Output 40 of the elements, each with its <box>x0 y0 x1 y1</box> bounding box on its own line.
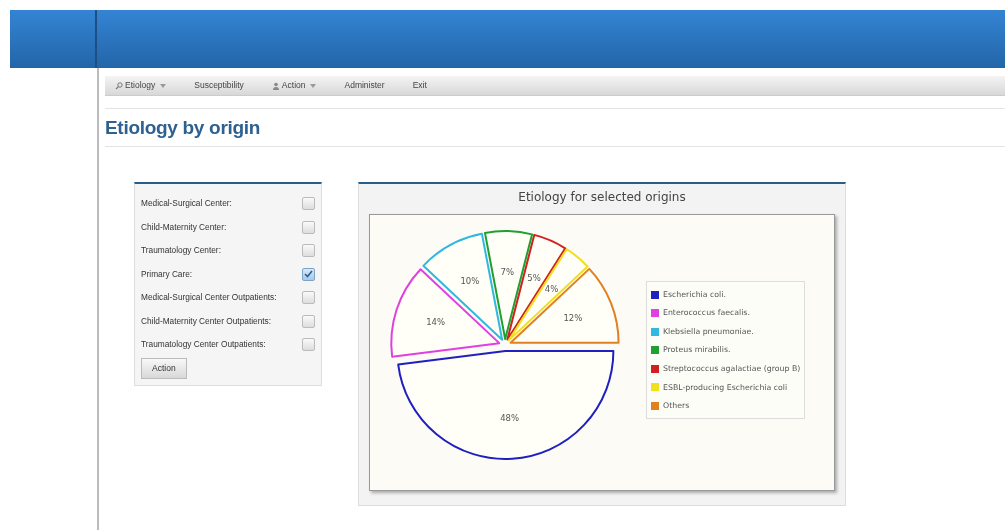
menu-dropdown[interactable]: Action <box>271 79 331 92</box>
legend-swatch <box>651 346 659 355</box>
slice-label: 48% <box>500 413 520 424</box>
menu-link[interactable]: Exit <box>412 79 441 92</box>
origin-label: Medical-Surgical Center: <box>141 197 232 210</box>
checkbox[interactable] <box>302 220 315 234</box>
slice-label: 12% <box>563 313 583 324</box>
legend-swatch <box>651 402 659 411</box>
checkbox[interactable] <box>302 291 315 305</box>
origin-label: Primary Care: <box>141 267 193 281</box>
menu-link[interactable]: Susceptibility <box>194 79 258 92</box>
menu-link[interactable]: Administer <box>344 79 399 92</box>
origin-label: Child-Maternity Center Outpatients: <box>141 314 272 328</box>
slice-label: 7% <box>500 267 515 278</box>
action-button[interactable]: Action <box>141 358 187 380</box>
legend-swatch <box>651 309 659 318</box>
legend-swatch <box>651 364 659 373</box>
search-icon <box>115 81 123 90</box>
slice-label: 4% <box>544 284 559 295</box>
origin-label: Traumatology Center: <box>141 244 221 257</box>
origin-label: Child-Maternity Center: <box>141 220 227 234</box>
origin-label: Medical-Surgical Center Outpatients: <box>141 291 277 304</box>
legend-swatch <box>651 383 659 392</box>
checkbox[interactable] <box>302 197 315 211</box>
user-icon <box>271 81 280 90</box>
slice-label: 5% <box>527 273 541 284</box>
menu-dropdown[interactable]: Etiology <box>115 79 181 92</box>
page-title: Etiology by origin <box>105 108 1005 147</box>
slice-label: 14% <box>426 317 446 328</box>
checkbox[interactable] <box>302 314 315 328</box>
legend-swatch <box>651 327 659 336</box>
slice-label: 10% <box>460 276 480 287</box>
checkbox[interactable] <box>302 244 315 258</box>
caret-icon <box>160 83 167 88</box>
checkbox[interactable] <box>302 267 315 281</box>
chart-title: Etiology for selected origins <box>517 188 687 206</box>
checkbox[interactable] <box>302 338 315 352</box>
legend-swatch <box>651 290 659 299</box>
origin-label: Traumatology Center Outpatients: <box>141 338 266 351</box>
caret-icon <box>310 83 317 88</box>
